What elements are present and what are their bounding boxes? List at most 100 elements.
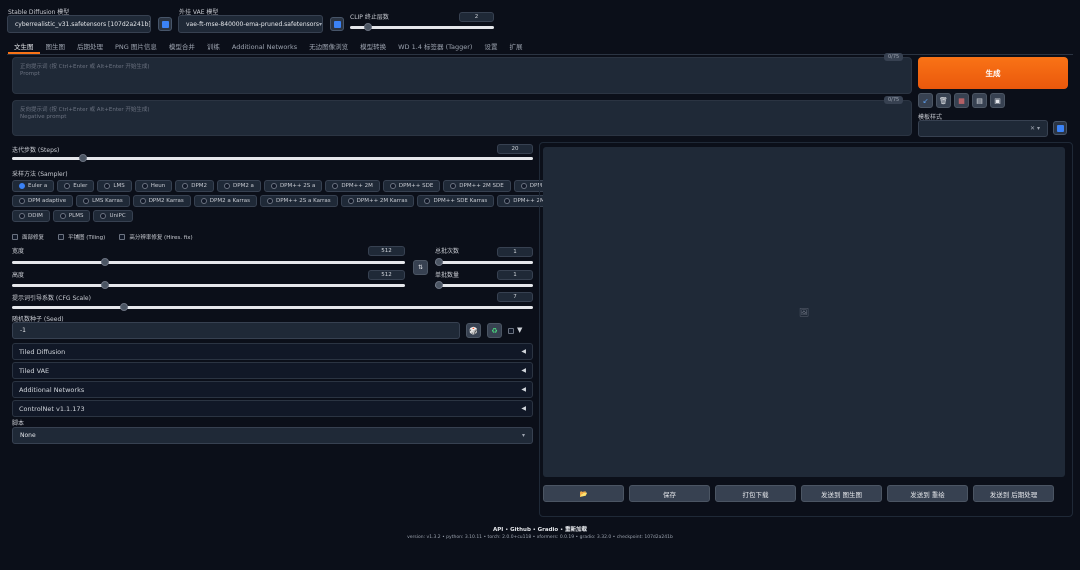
- sampler-option[interactable]: DPM2: [175, 180, 215, 192]
- prompt-textarea[interactable]: 正向提示词 (按 Ctrl+Enter 或 Alt+Enter 开始生成) Pr…: [12, 57, 912, 94]
- option-checkbox[interactable]: 高分辨率修复 (Hires. fix): [119, 233, 193, 241]
- sampler-option[interactable]: PLMS: [52, 210, 91, 222]
- clip-thumb[interactable]: [364, 23, 372, 31]
- footer-link[interactable]: Gradio: [538, 527, 559, 533]
- negative-prompt-textarea[interactable]: 反向提示词 (按 Ctrl+Enter 或 Alt+Enter 开始生成) Ne…: [12, 100, 912, 136]
- seed-input[interactable]: -1: [12, 322, 460, 339]
- sampler-option[interactable]: Heun: [134, 180, 173, 192]
- batch-size-slider[interactable]: [435, 281, 533, 289]
- sampler-option[interactable]: Euler: [57, 180, 95, 192]
- cfg-value[interactable]: 7: [497, 292, 533, 302]
- sampler-option[interactable]: DPM++ SDE Karras: [417, 195, 495, 207]
- option-checkbox[interactable]: 面部修复: [12, 233, 44, 241]
- tab-2[interactable]: 后期处理: [71, 40, 109, 54]
- accordion-2[interactable]: Additional Networks ◀: [12, 381, 533, 398]
- clip-value[interactable]: 2: [459, 12, 494, 22]
- sampler-option-label: DPM adaptive: [28, 198, 67, 204]
- sampler-option[interactable]: DPM++ 2M: [325, 180, 380, 192]
- tab-3[interactable]: PNG 图片信息: [109, 40, 163, 54]
- output-action-button[interactable]: 保存: [629, 485, 710, 502]
- height-thumb[interactable]: [101, 281, 109, 289]
- chevron-down-icon: ▾: [319, 20, 323, 28]
- sampler-option[interactable]: DPM++ 2M Karras: [340, 195, 415, 207]
- height-slider[interactable]: [12, 281, 405, 289]
- steps-track: [12, 157, 533, 160]
- accordion-0[interactable]: Tiled Diffusion ◀: [12, 343, 533, 360]
- cfg-thumb[interactable]: [120, 303, 128, 311]
- refresh-models-button[interactable]: [158, 17, 172, 31]
- swap-dimensions-button[interactable]: ⇅: [413, 260, 428, 275]
- output-action-button[interactable]: 打包下载: [715, 485, 796, 502]
- refresh-vae-button[interactable]: [330, 17, 344, 31]
- accordion-1[interactable]: Tiled VAE ◀: [12, 362, 533, 379]
- accordion-3[interactable]: ControlNet v1.1.173 ◀: [12, 400, 533, 417]
- sampler-option[interactable]: DPM++ SDE: [382, 180, 441, 192]
- sampler-option[interactable]: LMS Karras: [76, 195, 130, 207]
- sampler-option[interactable]: DPM2 Karras: [132, 195, 191, 207]
- vae-select[interactable]: vae-ft-mse-840000-ema-pruned.safetensors…: [178, 15, 323, 33]
- sampler-option[interactable]: DDIM: [12, 210, 50, 222]
- checkbox-icon: [12, 234, 18, 240]
- apply-style-button[interactable]: ▤: [972, 93, 987, 108]
- sampler-option[interactable]: DPM2 a Karras: [193, 195, 257, 207]
- script-select[interactable]: None ▾: [12, 427, 533, 444]
- sampler-option[interactable]: LMS: [97, 180, 132, 192]
- output-action-button[interactable]: 发送到 图生图: [801, 485, 882, 502]
- sampler-option[interactable]: DPM2 a: [217, 180, 261, 192]
- clear-prompt-button[interactable]: 🗑: [936, 93, 951, 108]
- sampler-option-label: Euler: [73, 183, 88, 189]
- output-action-button[interactable]: 发送到 后期处理: [973, 485, 1054, 502]
- tab-7[interactable]: 无边图像浏览: [303, 40, 354, 54]
- open-folder-button[interactable]: 📂: [543, 485, 624, 502]
- tab-0[interactable]: 文生图: [8, 40, 40, 54]
- height-value[interactable]: 512: [368, 270, 405, 280]
- width-value[interactable]: 512: [368, 246, 405, 256]
- reuse-seed-button[interactable]: ♻: [487, 323, 502, 338]
- sampler-option[interactable]: DPM++ 2S a: [263, 180, 323, 192]
- tab-10[interactable]: 设置: [478, 40, 503, 54]
- sampler-option[interactable]: DPM++ 2M SDE: [443, 180, 511, 192]
- tab-11[interactable]: 扩展: [503, 40, 528, 54]
- sampler-option[interactable]: DPM++ 2S a Karras: [260, 195, 338, 207]
- tab-1[interactable]: 图生图: [40, 40, 72, 54]
- steps-value[interactable]: 20: [497, 144, 533, 154]
- sampler-option[interactable]: DPM adaptive: [12, 195, 74, 207]
- sampler-option[interactable]: Euler a: [12, 180, 55, 192]
- option-checkbox[interactable]: 平铺图 (Tiling): [58, 233, 105, 241]
- steps-thumb[interactable]: [79, 154, 87, 162]
- save-style-button[interactable]: ▣: [990, 93, 1005, 108]
- tab-8[interactable]: 模型转换: [354, 40, 392, 54]
- footer-link[interactable]: 重新加载: [565, 527, 587, 533]
- batch-count-thumb[interactable]: [435, 258, 443, 266]
- batch-size-thumb[interactable]: [435, 281, 443, 289]
- footer-link[interactable]: API: [493, 527, 503, 533]
- width-thumb[interactable]: [101, 258, 109, 266]
- footer-versions: version: v1.3.2 • python: 3.10.11 • torc…: [407, 535, 673, 540]
- styles-select[interactable]: ✕ ▾: [918, 120, 1048, 137]
- width-track: [12, 261, 405, 264]
- sampler-label: 采样方法 (Sampler): [12, 171, 68, 178]
- generate-button[interactable]: 生成: [918, 57, 1068, 89]
- collapse-arrow-icon: ◀: [521, 386, 526, 393]
- batch-size-value[interactable]: 1: [497, 270, 533, 280]
- sampler-option[interactable]: UniPC: [93, 210, 133, 222]
- footer-link[interactable]: Github: [510, 527, 531, 533]
- read-params-button[interactable]: ↙: [918, 93, 933, 108]
- tab-9[interactable]: WD 1.4 标签器 (Tagger): [392, 40, 478, 54]
- triangle-down-icon[interactable]: ▼: [517, 326, 522, 334]
- sd-model-select[interactable]: cyberrealistic_v31.safetensors [107d2a24…: [7, 15, 151, 33]
- random-seed-button[interactable]: 🎲: [466, 323, 481, 338]
- cfg-slider[interactable]: [12, 303, 533, 311]
- width-slider[interactable]: [12, 258, 405, 266]
- tab-5[interactable]: 训练: [201, 40, 226, 54]
- clip-slider[interactable]: [350, 23, 494, 31]
- steps-slider[interactable]: [12, 154, 533, 162]
- output-action-button[interactable]: 发送到 重绘: [887, 485, 968, 502]
- batch-count-slider[interactable]: [435, 258, 533, 266]
- tab-4[interactable]: 模型合并: [163, 40, 201, 54]
- extra-seed-checkbox[interactable]: [508, 328, 514, 334]
- extra-networks-button[interactable]: ▦: [954, 93, 969, 108]
- tab-6[interactable]: Additional Networks: [226, 40, 303, 54]
- refresh-styles-button[interactable]: [1053, 121, 1067, 135]
- batch-count-value[interactable]: 1: [497, 247, 533, 257]
